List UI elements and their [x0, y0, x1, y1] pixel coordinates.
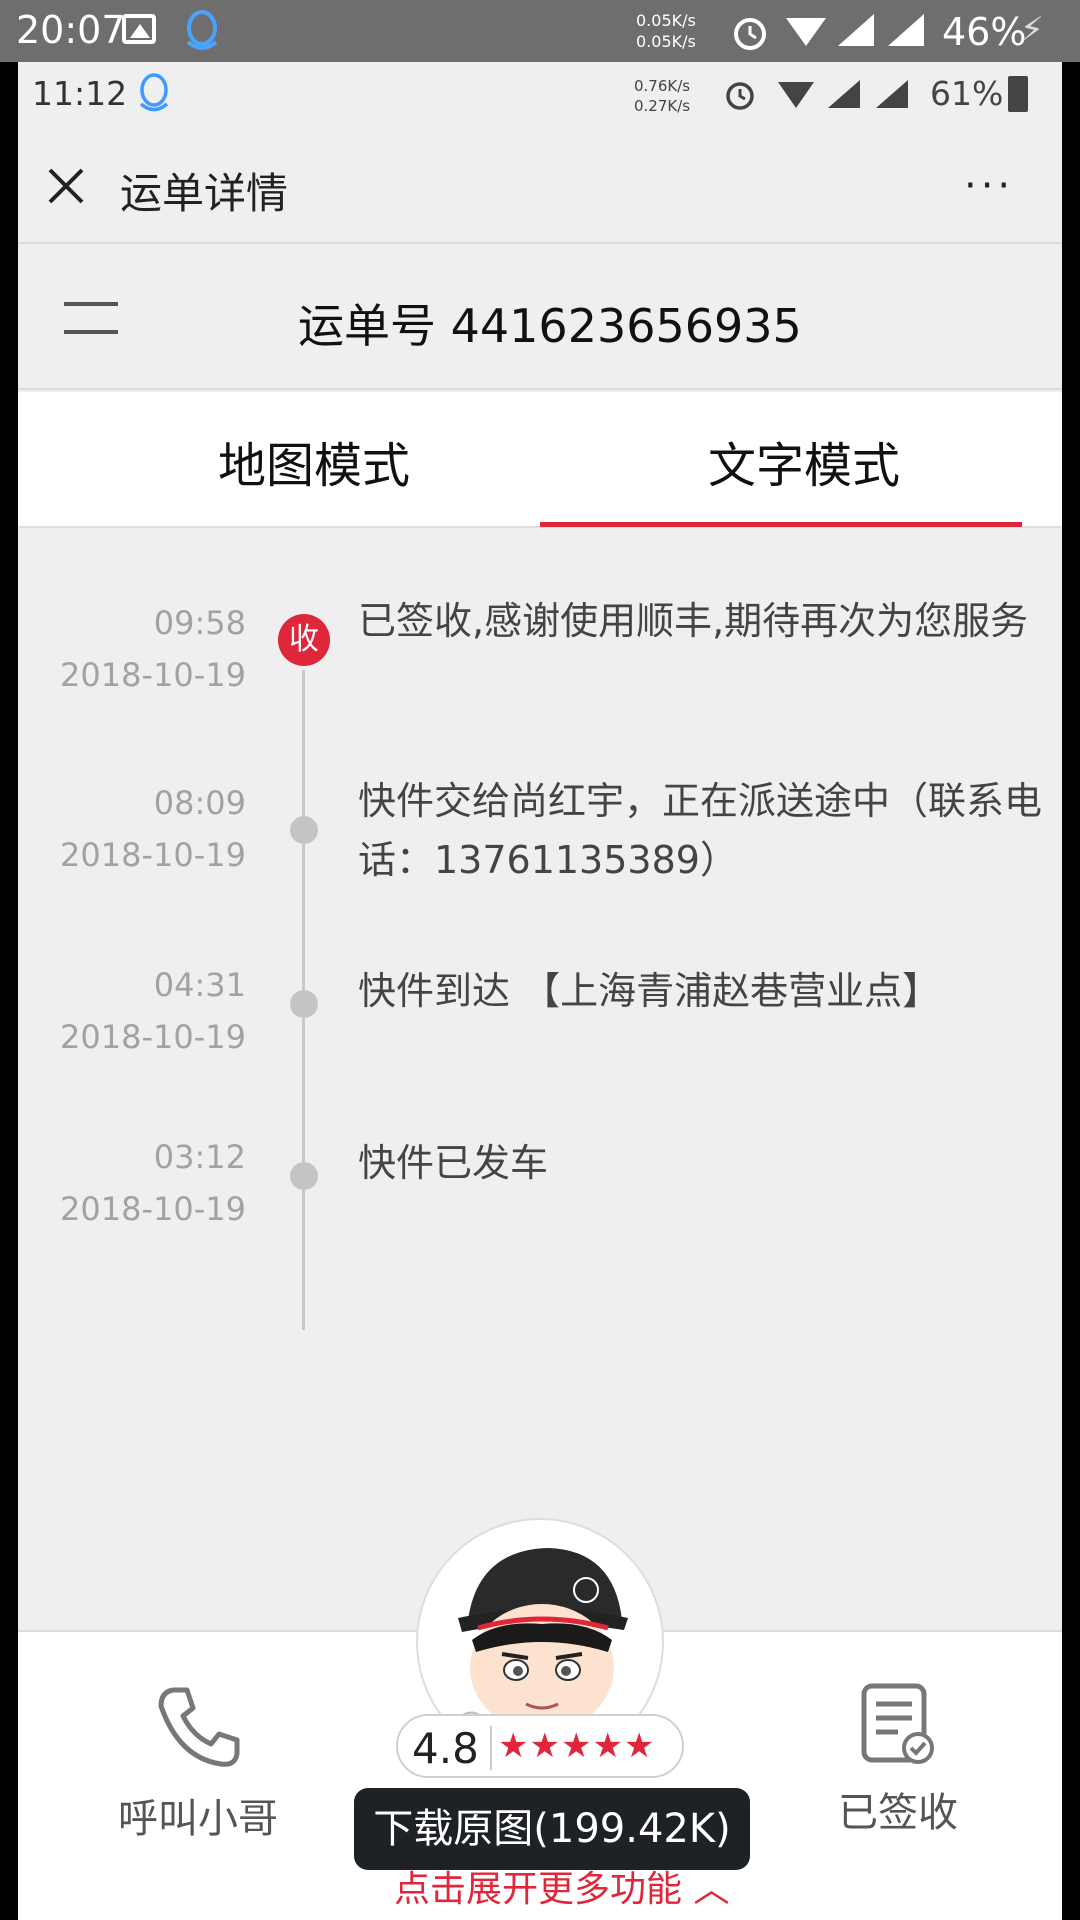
entry-date: 2018-10-19	[60, 656, 246, 694]
waybill-header: 运单号 441623656935	[18, 246, 1062, 390]
tab-text-mode[interactable]: 文字模式	[604, 426, 1004, 496]
call-courier-label: 呼叫小哥	[118, 1796, 278, 1842]
timeline-dot	[290, 1162, 318, 1190]
active-tab-indicator	[540, 522, 1022, 527]
phone-screen: 11:12 0.76K/s 0.27K/s 61% 运单详情 ··· 运单号 4…	[18, 62, 1062, 1920]
entry-description: 已签收,感谢使用顺丰,期待再次为您服务	[358, 599, 1029, 643]
outer-status-bar: 20:07 0.05K/s 0.05K/s 46% ⚡	[0, 0, 1080, 62]
rating-value: 4.8	[412, 1724, 479, 1773]
phone-icon	[158, 1687, 240, 1767]
mode-tabs: 地图模式 文字模式	[18, 392, 1062, 528]
rating-stars: ★★★★★	[498, 1726, 656, 1766]
call-courier-button[interactable]: 呼叫小哥	[98, 1682, 298, 1844]
entry-date: 2018-10-19	[60, 836, 246, 874]
cell-signal-2-icon	[888, 14, 924, 46]
expand-more-link[interactable]: 点击展开更多功能 ︿	[394, 1860, 729, 1912]
qq-icon	[186, 10, 218, 50]
battery-icon	[1008, 76, 1028, 112]
entry-description: 快件到达 【上海青浦赵巷营业点】	[358, 969, 941, 1013]
outer-net-speed: 0.05K/s 0.05K/s	[636, 10, 696, 52]
alarm-icon	[726, 82, 754, 110]
timeline-dot	[290, 990, 318, 1018]
outer-status-time: 20:07	[16, 8, 126, 52]
inner-net-up: 0.76K/s	[634, 77, 691, 95]
signed-badge: 收	[278, 614, 330, 666]
entry-date: 2018-10-19	[60, 1190, 246, 1228]
signed-label: 已签收	[838, 1790, 958, 1836]
courier-rating: 4.8 ★★★★★	[396, 1714, 684, 1778]
inner-battery-percent: 61%	[930, 74, 1004, 113]
entry-date: 2018-10-19	[60, 1018, 246, 1056]
tab-map-mode[interactable]: 地图模式	[114, 426, 514, 496]
tracking-timeline: 09:58 2018-10-19 收 已签收,感谢使用顺丰,期待再次为您服务 0…	[18, 562, 1062, 1632]
entry-time: 03:12	[153, 1138, 246, 1176]
menu-icon[interactable]	[64, 298, 118, 338]
image-notification-icon	[122, 14, 156, 44]
cell-signal-2-icon	[876, 80, 908, 108]
more-options-icon[interactable]: ···	[964, 166, 1014, 206]
outer-battery-percent: 46%	[942, 10, 1027, 54]
alarm-icon	[734, 18, 766, 50]
page-title: 运单详情	[120, 169, 289, 218]
inner-status-time: 11:12	[32, 74, 128, 113]
download-original-button[interactable]: 下载原图(199.42K)	[354, 1788, 750, 1870]
wifi-icon	[786, 18, 826, 46]
signed-status-button[interactable]: 已签收	[798, 1682, 998, 1838]
title-bar: 运单详情 ···	[18, 126, 1062, 244]
qq-icon	[139, 73, 169, 112]
cell-signal-icon	[838, 14, 874, 46]
inner-net-down: 0.27K/s	[634, 97, 691, 115]
inner-status-bar: 11:12 0.76K/s 0.27K/s 61%	[18, 62, 1062, 126]
charging-icon: ⚡	[1020, 10, 1044, 50]
entry-description: 快件已发车	[358, 1141, 549, 1185]
signed-document-icon	[861, 1683, 934, 1764]
entry-time: 08:09	[153, 784, 246, 822]
waybill-number: 运单号 441623656935	[298, 299, 802, 353]
timeline-dot	[290, 816, 318, 844]
rating-divider	[490, 1726, 492, 1770]
entry-description: 快件交给尚红宇，正在派送途中（联系电话：13761135389）	[358, 779, 1043, 882]
entry-time: 04:31	[153, 966, 246, 1004]
outer-net-down: 0.05K/s	[636, 32, 696, 51]
wifi-icon	[778, 82, 814, 108]
close-icon[interactable]	[46, 166, 86, 206]
cell-signal-icon	[828, 80, 860, 108]
inner-net-speed: 0.76K/s 0.27K/s	[634, 76, 690, 116]
entry-time: 09:58	[153, 604, 246, 642]
outer-net-up: 0.05K/s	[636, 11, 696, 30]
